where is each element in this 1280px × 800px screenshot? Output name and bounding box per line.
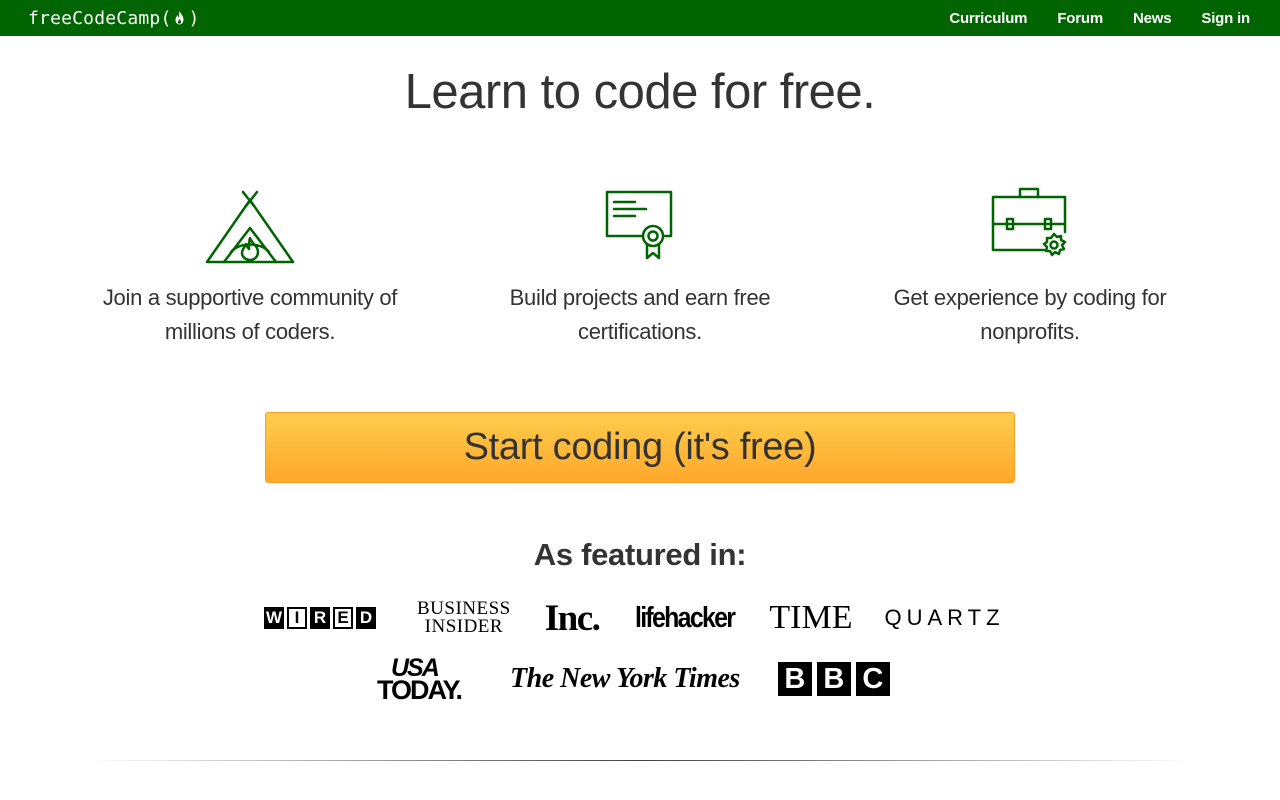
- inc-logo: Inc.: [544, 597, 601, 639]
- bbc-letter: B: [816, 662, 851, 696]
- brand-text-prefix: freeCodeCamp(: [28, 7, 172, 29]
- usa-today-logo: USA TODAY.: [377, 656, 463, 705]
- nav-link-news[interactable]: News: [1133, 10, 1172, 27]
- lifehacker-logo: lifehacker: [635, 601, 736, 634]
- featured-logos-row-2: USA TODAY. The New York Times B B C: [377, 654, 890, 704]
- top-navbar: freeCodeCamp( ) Curriculum Forum News Si…: [0, 0, 1280, 36]
- features-section: Join a supportive community of millions …: [55, 184, 1225, 349]
- feature-nonprofits: Get experience by coding for nonprofits.: [835, 184, 1225, 349]
- section-divider: [85, 760, 1195, 761]
- featured-title: As featured in:: [533, 537, 747, 572]
- flame-icon: [172, 9, 187, 27]
- nav-links: Curriculum Forum News Sign in: [919, 10, 1250, 27]
- wired-letter: R: [310, 607, 330, 629]
- business-insider-line-2: INSIDER: [424, 616, 504, 637]
- bbc-logo: B B C: [777, 662, 890, 696]
- business-insider-logo: BUSINESS INSIDER: [417, 599, 511, 637]
- nav-link-sign-in[interactable]: Sign in: [1201, 10, 1250, 27]
- nav-link-forum[interactable]: Forum: [1057, 10, 1103, 27]
- brand-text-suffix: ): [188, 7, 200, 29]
- wired-letter: D: [356, 607, 376, 629]
- brand-logo[interactable]: freeCodeCamp( ): [28, 8, 200, 29]
- page-title: Learn to code for free.: [404, 65, 876, 119]
- usa-today-line-2: TODAY.: [377, 675, 463, 705]
- featured-logos-row-1: W I R E D BUSINESS INSIDER Inc. lifehack…: [264, 596, 1005, 640]
- bbc-letter: B: [777, 662, 812, 696]
- feature-community: Join a supportive community of millions …: [55, 184, 445, 349]
- feature-certifications-text: Build projects and earn free certificati…: [509, 285, 771, 344]
- bbc-letter: C: [855, 662, 890, 696]
- briefcase-icon: [980, 184, 1080, 264]
- time-logo: TIME: [769, 599, 853, 636]
- nav-link-curriculum[interactable]: Curriculum: [949, 10, 1027, 27]
- new-york-times-logo: The New York Times: [510, 663, 740, 694]
- feature-certifications: Build projects and earn free certificati…: [445, 184, 835, 349]
- wired-logo: W I R E D: [264, 607, 376, 629]
- start-coding-button[interactable]: Start coding (it's free): [265, 412, 1015, 483]
- wired-letter: E: [333, 607, 353, 629]
- certificate-icon: [590, 184, 690, 264]
- quartz-logo: QUARTZ: [884, 605, 1005, 630]
- wired-letter: I: [287, 607, 307, 629]
- feature-nonprofits-text: Get experience by coding for nonprofits.: [893, 285, 1167, 344]
- campfire-tent-icon: [200, 184, 300, 264]
- wired-letter: W: [264, 607, 284, 629]
- feature-community-text: Join a supportive community of millions …: [102, 285, 398, 344]
